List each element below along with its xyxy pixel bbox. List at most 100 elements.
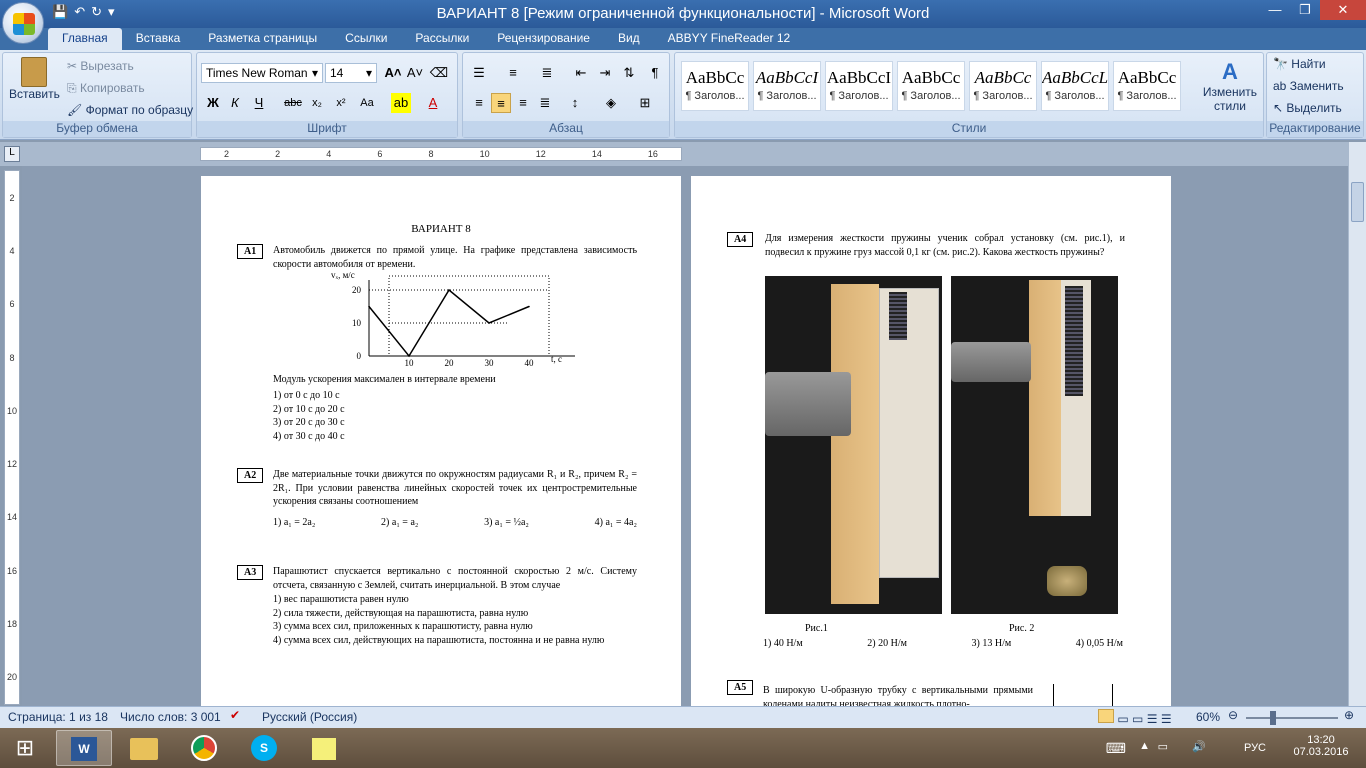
page-1[interactable]: ВАРИАНТ 8 A1 Автомобиль движется по прям…: [201, 176, 681, 706]
tray-expand-icon[interactable]: ▲: [1139, 740, 1150, 752]
subscript-icon[interactable]: x₂: [307, 93, 327, 113]
italic-icon[interactable]: К: [225, 93, 245, 113]
highlight-icon[interactable]: ab: [391, 93, 411, 113]
sticky-notes-taskbar-icon[interactable]: [296, 730, 352, 766]
font-name-select[interactable]: Times New Roman ▾: [201, 63, 323, 83]
language[interactable]: Русский (Россия): [262, 710, 357, 724]
a3-option[interactable]: 3) сумма всех сил, приложенных к парашют…: [273, 620, 623, 634]
numbering-icon[interactable]: ≡: [503, 63, 523, 83]
page-count[interactable]: Страница: 1 из 18: [8, 710, 108, 724]
format-painter-button[interactable]: 🖌 Формат по образцу: [67, 103, 193, 117]
vertical-scrollbar[interactable]: [1348, 142, 1366, 706]
line-spacing-icon[interactable]: ↕: [565, 93, 585, 113]
clear-format-icon[interactable]: ⌫: [429, 63, 449, 83]
skype-taskbar-icon[interactable]: S: [236, 730, 292, 766]
align-right-icon[interactable]: ≡: [513, 93, 533, 113]
select-button[interactable]: ↖ Выделить: [1273, 101, 1342, 115]
align-left-icon[interactable]: ≡: [469, 93, 489, 113]
minimize-button[interactable]: —: [1260, 0, 1290, 20]
shrink-font-icon[interactable]: A˅: [405, 63, 425, 83]
clock[interactable]: 13:20 07.03.2016: [1286, 734, 1356, 758]
spellcheck-icon[interactable]: ✔: [230, 708, 240, 722]
copy-button[interactable]: ⎘ Копировать: [67, 81, 145, 96]
office-button[interactable]: [2, 2, 44, 44]
reading-view-icon[interactable]: ▭: [1117, 712, 1128, 726]
tab-2[interactable]: Разметка страницы: [194, 28, 331, 50]
style-gallery-item[interactable]: AaBbCc ¶ Заголов...: [897, 61, 965, 111]
word-taskbar-icon[interactable]: W: [56, 730, 112, 766]
zoom-in-icon[interactable]: ⊕: [1344, 708, 1354, 722]
print-layout-icon[interactable]: [1098, 709, 1114, 723]
network-icon[interactable]: ▭: [1158, 740, 1168, 753]
explorer-taskbar-icon[interactable]: [116, 730, 172, 766]
style-gallery-item[interactable]: AaBbCcL ¶ Заголов...: [1041, 61, 1109, 111]
zoom-slider[interactable]: [1246, 711, 1338, 725]
change-styles-button[interactable]: A Изменить стили: [1199, 59, 1261, 113]
replace-button[interactable]: ab Заменить: [1273, 79, 1344, 93]
a4-option[interactable]: 4) 0,05 Н/м: [1076, 637, 1123, 651]
a4-option[interactable]: 1) 40 Н/м: [763, 637, 803, 651]
font-size-select[interactable]: 14 ▾: [325, 63, 377, 83]
pilcrow-icon[interactable]: ¶: [645, 63, 665, 83]
tab-4[interactable]: Рассылки: [401, 28, 483, 50]
font-color-icon[interactable]: A: [423, 93, 443, 113]
vertical-ruler[interactable]: 2 4 6 8 10 12 14 16 18 20: [4, 170, 20, 705]
a2-option[interactable]: 4) a₁ = 4a₂: [595, 516, 637, 530]
a2-option[interactable]: 3) a₁ = ½a₂: [484, 516, 529, 530]
keyboard-icon[interactable]: ⌨: [1106, 740, 1126, 757]
a4-option[interactable]: 2) 20 Н/м: [867, 637, 907, 651]
style-gallery-item[interactable]: AaBbCcI ¶ Заголов...: [753, 61, 821, 111]
outline-icon[interactable]: ☰: [1147, 712, 1158, 726]
bullets-icon[interactable]: ☰: [469, 63, 489, 83]
tab-3[interactable]: Ссылки: [331, 28, 401, 50]
zoom-out-icon[interactable]: ⊖: [1228, 708, 1238, 722]
tab-1[interactable]: Вставка: [122, 28, 195, 50]
paste-button[interactable]: Вставить: [9, 57, 60, 101]
grow-font-icon[interactable]: A˄: [383, 63, 403, 83]
zoom-level[interactable]: 60%: [1196, 710, 1220, 724]
align-center-icon[interactable]: ≡: [491, 93, 511, 113]
tab-7[interactable]: ABBYY FineReader 12: [654, 28, 805, 50]
increase-indent-icon[interactable]: ⇥: [595, 63, 615, 83]
a3-option[interactable]: 1) вес парашютиста равен нулю: [273, 593, 623, 607]
a1-option[interactable]: 4) от 30 с до 40 с: [273, 430, 345, 444]
web-layout-icon[interactable]: ▭: [1132, 712, 1143, 726]
zoom-slider-thumb[interactable]: [1270, 711, 1276, 725]
tray-language[interactable]: РУС: [1244, 742, 1266, 754]
page-2[interactable]: A4 Для измерения жесткости пружины учени…: [691, 176, 1171, 706]
chrome-taskbar-icon[interactable]: [176, 730, 232, 766]
multilevel-icon[interactable]: ≣: [537, 63, 557, 83]
scrollbar-thumb[interactable]: [1351, 182, 1364, 222]
style-gallery-item[interactable]: AaBbCc ¶ Заголов...: [1113, 61, 1181, 111]
style-gallery-item[interactable]: AaBbCc ¶ Заголов...: [969, 61, 1037, 111]
style-gallery-item[interactable]: AaBbCc ¶ Заголов...: [681, 61, 749, 111]
restore-button[interactable]: ❐: [1290, 0, 1320, 20]
a1-option[interactable]: 1) от 0 с до 10 с: [273, 389, 345, 403]
start-button[interactable]: ⊞: [0, 730, 50, 766]
a1-option[interactable]: 2) от 10 с до 20 с: [273, 403, 345, 417]
volume-icon[interactable]: 🔊: [1192, 740, 1206, 753]
a3-option[interactable]: 2) сила тяжести, действующая на парашюти…: [273, 607, 623, 621]
sort-icon[interactable]: ⇅: [619, 63, 639, 83]
shading-icon[interactable]: ◈: [601, 93, 621, 113]
decrease-indent-icon[interactable]: ⇤: [571, 63, 591, 83]
a4-option[interactable]: 3) 13 Н/м: [972, 637, 1012, 651]
draft-icon[interactable]: ☰: [1161, 712, 1172, 726]
cut-button[interactable]: ✂ Вырезать: [67, 59, 134, 73]
find-button[interactable]: 🔭 Найти: [1273, 57, 1326, 71]
tab-selector[interactable]: L: [4, 146, 20, 162]
justify-icon[interactable]: ≣: [535, 93, 555, 113]
underline-icon[interactable]: Ч: [249, 93, 269, 113]
a2-option[interactable]: 1) a₁ = 2a₂: [273, 516, 315, 530]
close-button[interactable]: ✕: [1320, 0, 1366, 20]
bold-icon[interactable]: Ж: [203, 93, 223, 113]
a2-option[interactable]: 2) a₁ = a₂: [381, 516, 418, 530]
horizontal-ruler[interactable]: 2 2 4 6 8 10 12 14 16: [200, 147, 682, 161]
tab-6[interactable]: Вид: [604, 28, 654, 50]
a3-option[interactable]: 4) сумма всех сил, действующих на парашю…: [273, 634, 623, 648]
word-count[interactable]: Число слов: 3 001: [120, 710, 221, 724]
superscript-icon[interactable]: x²: [331, 93, 351, 113]
a1-option[interactable]: 3) от 20 с до 30 с: [273, 416, 345, 430]
tab-0[interactable]: Главная: [48, 28, 122, 50]
borders-icon[interactable]: ⊞: [635, 93, 655, 113]
